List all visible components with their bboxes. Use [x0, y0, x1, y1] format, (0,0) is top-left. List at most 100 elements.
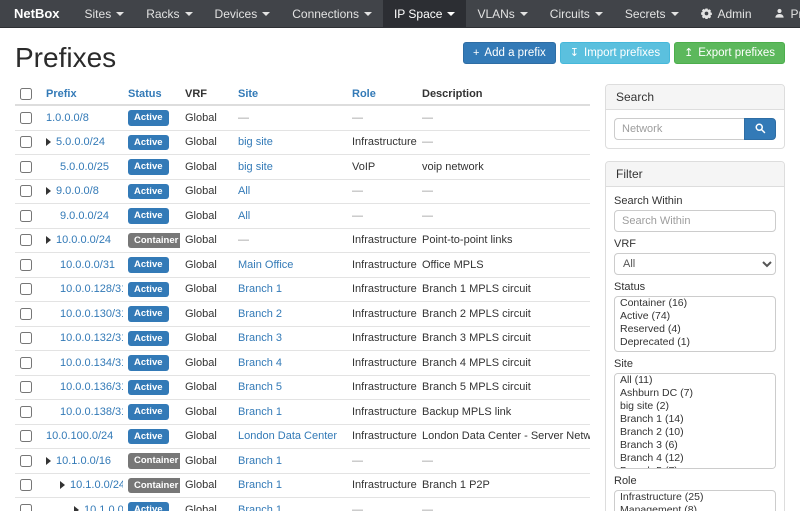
nav-item-ip-space[interactable]: IP Space	[383, 0, 466, 27]
site-link[interactable]: All	[238, 185, 250, 197]
filter-option[interactable]: Active (74)	[615, 310, 775, 323]
prefix-link[interactable]: 10.1.0.0/25	[84, 504, 123, 511]
nav-item-profile[interactable]: Profile	[763, 0, 800, 27]
filter-option[interactable]: Branch 4 (12)	[615, 452, 775, 465]
row-checkbox[interactable]	[20, 112, 32, 124]
column-header-role[interactable]: Role	[352, 88, 376, 100]
filter-option[interactable]: Branch 5 (7)	[615, 465, 775, 469]
row-checkbox[interactable]	[20, 406, 32, 418]
prefix-link[interactable]: 5.0.0.0/24	[56, 136, 105, 148]
row-checkbox[interactable]	[20, 308, 32, 320]
site-link[interactable]: Branch 3	[238, 332, 282, 344]
status-badge[interactable]: Active	[128, 257, 169, 273]
filter-option[interactable]: All (11)	[615, 374, 775, 387]
filter-option[interactable]: Reserved (4)	[615, 323, 775, 336]
prefix-link[interactable]: 10.0.100.0/24	[46, 430, 113, 442]
status-badge[interactable]: Active	[128, 502, 169, 511]
prefix-link[interactable]: 10.0.0.130/31	[60, 308, 123, 320]
prefix-link[interactable]: 5.0.0.0/25	[60, 161, 109, 173]
site-link[interactable]: Branch 4	[238, 357, 282, 369]
filter-option[interactable]: Deprecated (1)	[615, 336, 775, 349]
vrf-select[interactable]: All	[614, 253, 776, 275]
row-checkbox[interactable]	[20, 504, 32, 511]
nav-item-connections[interactable]: Connections	[281, 0, 383, 27]
filter-option[interactable]: Branch 3 (6)	[615, 439, 775, 452]
column-header-status[interactable]: Status	[128, 88, 162, 100]
row-checkbox[interactable]	[20, 430, 32, 442]
nav-item-devices[interactable]: Devices	[204, 0, 282, 27]
nav-item-sites[interactable]: Sites	[74, 0, 136, 27]
status-badge[interactable]: Active	[128, 429, 169, 445]
status-badge[interactable]: Active	[128, 380, 169, 396]
prefix-link[interactable]: 10.1.0.0/24	[70, 479, 123, 491]
import-prefixes-button[interactable]: ↧Import prefixes	[560, 42, 670, 64]
column-header-site[interactable]: Site	[238, 88, 258, 100]
prefix-link[interactable]: 9.0.0.0/8	[56, 185, 99, 197]
site-link[interactable]: big site	[238, 161, 273, 173]
status-badge[interactable]: Active	[128, 110, 169, 126]
prefix-link[interactable]: 10.0.0.0/24	[56, 234, 111, 246]
filter-option[interactable]: Container (16)	[615, 297, 775, 310]
prefix-link[interactable]: 10.0.0.0/31	[60, 259, 115, 271]
status-badge[interactable]: Active	[128, 282, 169, 298]
export-prefixes-button[interactable]: ↥Export prefixes	[674, 42, 785, 64]
filter-option[interactable]: big site (2)	[615, 400, 775, 413]
site-link[interactable]: Branch 1	[238, 504, 282, 511]
site-link[interactable]: Branch 1	[238, 283, 282, 295]
site-link[interactable]: London Data Center	[238, 430, 337, 442]
row-checkbox[interactable]	[20, 210, 32, 222]
site-link[interactable]: All	[238, 210, 250, 222]
status-filter-listbox[interactable]: Container (16)Active (74)Reserved (4)Dep…	[614, 296, 776, 352]
prefix-link[interactable]: 10.0.0.134/31	[60, 357, 123, 369]
status-badge[interactable]: Active	[128, 159, 169, 175]
site-link[interactable]: Branch 2	[238, 308, 282, 320]
status-badge[interactable]: Active	[128, 331, 169, 347]
status-badge[interactable]: Active	[128, 135, 169, 151]
prefix-link[interactable]: 10.0.0.128/31	[60, 283, 123, 295]
brand-logo[interactable]: NetBox	[0, 0, 74, 27]
site-link[interactable]: Main Office	[238, 259, 293, 271]
prefix-link[interactable]: 10.0.0.136/31	[60, 381, 123, 393]
prefix-link[interactable]: 10.0.0.138/31	[60, 406, 123, 418]
filter-option[interactable]: Branch 2 (10)	[615, 426, 775, 439]
status-badge[interactable]: Container	[128, 478, 180, 494]
row-checkbox[interactable]	[20, 357, 32, 369]
prefix-link[interactable]: 9.0.0.0/24	[60, 210, 109, 222]
site-filter-listbox[interactable]: All (11)Ashburn DC (7)big site (2)Branch…	[614, 373, 776, 469]
site-link[interactable]: Branch 1	[238, 406, 282, 418]
status-badge[interactable]: Active	[128, 355, 169, 371]
column-header-prefix[interactable]: Prefix	[46, 88, 77, 100]
row-checkbox[interactable]	[20, 136, 32, 148]
nav-item-vlans[interactable]: VLANs	[466, 0, 538, 27]
role-filter-listbox[interactable]: Infrastructure (25)Management (8)Private…	[614, 490, 776, 511]
site-link[interactable]: Branch 1	[238, 455, 282, 467]
row-checkbox[interactable]	[20, 381, 32, 393]
prefix-link[interactable]: 1.0.0.0/8	[46, 112, 89, 124]
filter-option[interactable]: Branch 1 (14)	[615, 413, 775, 426]
nav-item-circuits[interactable]: Circuits	[539, 0, 614, 27]
prefix-link[interactable]: 10.0.0.132/31	[60, 332, 123, 344]
status-badge[interactable]: Active	[128, 184, 169, 200]
row-checkbox[interactable]	[20, 283, 32, 295]
filter-option[interactable]: Infrastructure (25)	[615, 491, 775, 504]
status-badge[interactable]: Active	[128, 208, 169, 224]
row-checkbox[interactable]	[20, 259, 32, 271]
search-within-input[interactable]	[614, 210, 776, 232]
prefix-link[interactable]: 10.1.0.0/16	[56, 455, 111, 467]
site-link[interactable]: big site	[238, 136, 273, 148]
row-checkbox[interactable]	[20, 479, 32, 491]
site-link[interactable]: Branch 1	[238, 479, 282, 491]
filter-option[interactable]: Management (8)	[615, 504, 775, 511]
status-badge[interactable]: Active	[128, 306, 169, 322]
add-a-prefix-button[interactable]: +Add a prefix	[463, 42, 556, 64]
status-badge[interactable]: Container	[128, 453, 180, 469]
nav-item-secrets[interactable]: Secrets	[614, 0, 690, 27]
row-checkbox[interactable]	[20, 185, 32, 197]
site-link[interactable]: Branch 5	[238, 381, 282, 393]
nav-item-racks[interactable]: Racks	[135, 0, 203, 27]
filter-option[interactable]: Ashburn DC (7)	[615, 387, 775, 400]
search-input[interactable]	[614, 118, 744, 140]
status-badge[interactable]: Active	[128, 404, 169, 420]
nav-item-admin[interactable]: Admin	[690, 0, 763, 27]
select-all-checkbox[interactable]	[20, 88, 32, 100]
